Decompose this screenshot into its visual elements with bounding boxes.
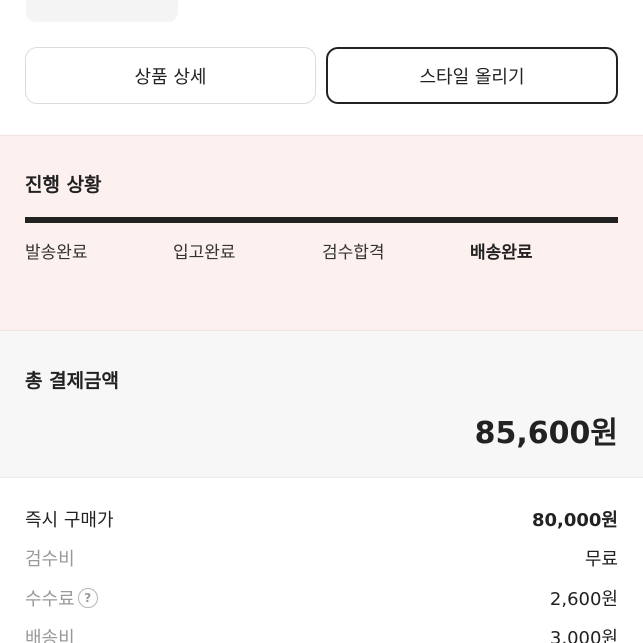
inspection-fee-value: 무료 <box>584 549 618 570</box>
commission-label-wrap: 수수료 ? <box>25 585 98 611</box>
progress-bar <box>25 217 618 223</box>
top-chip <box>26 0 178 22</box>
step-inspection-passed: 검수합격 <box>322 243 385 263</box>
total-payment-label: 총 결제금액 <box>25 370 120 392</box>
step-received: 입고완료 <box>173 243 236 263</box>
instant-price-label: 즉시 구매가 <box>25 510 114 531</box>
commission-label: 수수료 <box>25 589 75 610</box>
shipping-fee-label: 배송비 <box>25 628 75 643</box>
progress-section: 진행 상황 발송완료 입고완료 검수합격 배송완료 <box>0 135 643 331</box>
progress-title: 진행 상황 <box>25 174 102 196</box>
commission-value: 2,600원 <box>549 589 618 610</box>
row-shipping-fee: 배송비 3,000원 <box>25 621 618 643</box>
order-detail-page: 상품 상세 스타일 올리기 진행 상황 발송완료 입고완료 검수합격 배송완료 … <box>0 0 643 643</box>
product-detail-button[interactable]: 상품 상세 <box>25 47 316 104</box>
total-payment-section: 총 결제금액 85,600원 <box>0 331 643 478</box>
row-inspection-fee: 검수비 무료 <box>25 542 618 574</box>
inspection-fee-label: 검수비 <box>25 549 75 570</box>
instant-price-value: 80,000원 <box>531 510 618 531</box>
step-shipped: 발송완료 <box>25 243 88 263</box>
step-delivered: 배송완료 <box>470 243 533 263</box>
total-payment-amount: 85,600원 <box>474 416 618 451</box>
question-circle-icon[interactable]: ? <box>77 588 98 608</box>
row-instant-price: 즉시 구매가 80,000원 <box>25 503 618 535</box>
shipping-fee-value: 3,000원 <box>549 628 618 643</box>
upload-style-button[interactable]: 스타일 올리기 <box>326 47 618 104</box>
row-commission: 수수료 ? 2,600원 <box>25 582 618 614</box>
